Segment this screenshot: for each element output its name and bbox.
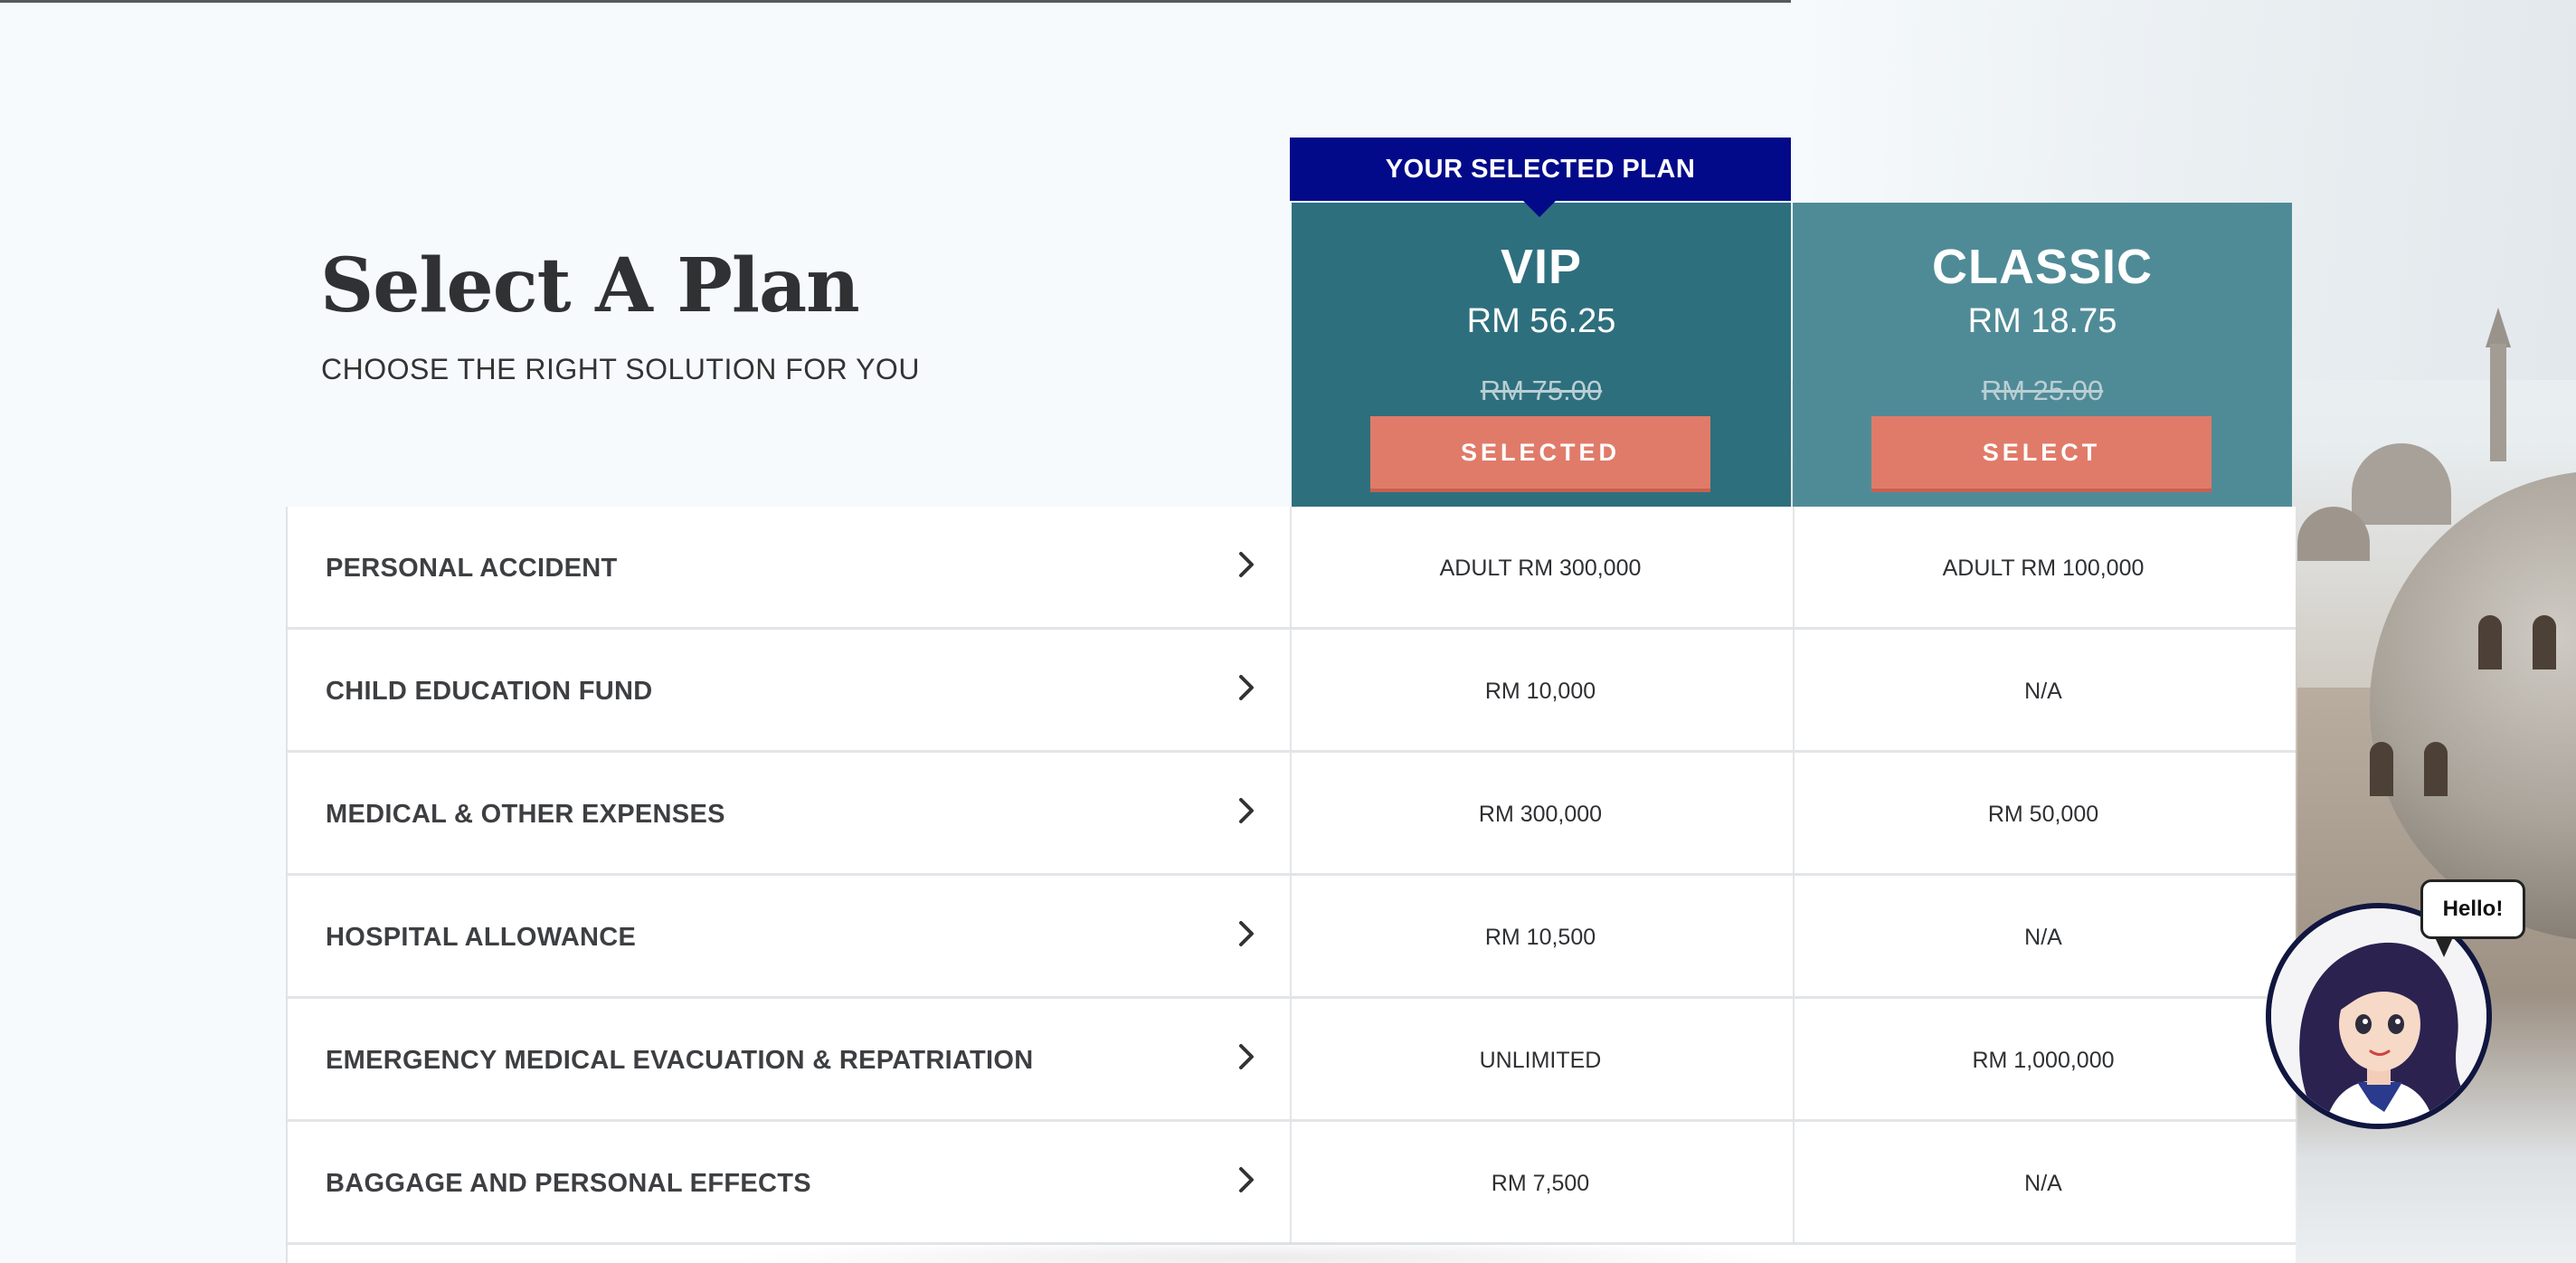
vip-benefit-value: RM 10,500 (1290, 876, 1789, 999)
assistant-greeting-bubble[interactable]: Hello! (2420, 879, 2525, 939)
chevron-right-icon[interactable] (1228, 1039, 1264, 1075)
plan-name: CLASSIC (1931, 240, 2153, 294)
benefit-row-emergency-evacuation[interactable]: EMERGENCY MEDICAL EVACUATION & REPATRIAT… (288, 999, 2296, 1122)
classic-select-button[interactable]: SELECT (1871, 416, 2211, 489)
plan-price: RM 56.25 (1466, 302, 1616, 340)
classic-benefit-value: N/A (1793, 876, 2292, 999)
benefits-table: PERSONAL ACCIDENT ADULT RM 300,000 ADULT… (286, 507, 2296, 1263)
benefit-row-personal-accident[interactable]: PERSONAL ACCIDENT ADULT RM 300,000 ADULT… (288, 507, 2296, 630)
selected-plan-ribbon: YOUR SELECTED PLAN (1290, 138, 1791, 201)
plan-original-price: RM 75.00 (1480, 375, 1603, 406)
benefit-label: BAGGAGE AND PERSONAL EFFECTS (326, 1168, 811, 1198)
plan-price: RM 18.75 (1967, 302, 2117, 340)
chevron-right-icon[interactable] (1228, 916, 1264, 952)
benefit-row-baggage[interactable]: BAGGAGE AND PERSONAL EFFECTS RM 7,500 N/… (288, 1122, 2296, 1245)
chevron-right-icon[interactable] (1228, 1162, 1264, 1198)
vip-selected-button[interactable]: SELECTED (1370, 416, 1710, 489)
benefit-label: HOSPITAL ALLOWANCE (326, 922, 637, 952)
classic-benefit-value: N/A (1793, 1122, 2292, 1245)
vip-benefit-value: UNLIMITED (1290, 999, 1789, 1122)
vip-benefit-value: ADULT RM 300,000 (1290, 507, 1789, 630)
plan-card-classic: CLASSIC RM 18.75 RM 25.00 SELECT (1793, 203, 2292, 507)
page-subtitle: CHOOSE THE RIGHT SOLUTION FOR YOU (321, 353, 920, 385)
plan-original-price: RM 25.00 (1981, 375, 2104, 406)
vip-benefit-value: RM 7,500 (1290, 1122, 1789, 1245)
benefit-label: PERSONAL ACCIDENT (326, 553, 618, 583)
classic-benefit-value: ADULT RM 100,000 (1793, 507, 2292, 630)
vip-benefit-value: RM 300,000 (1290, 753, 1789, 876)
vip-benefit-value: RM 10,000 (1290, 630, 1789, 753)
plan-card-vip: VIP RM 56.25 RM 75.00 SELECTED (1292, 203, 1791, 507)
benefit-row-child-education-fund[interactable]: CHILD EDUCATION FUND RM 10,000 N/A (288, 630, 2296, 753)
greeting-bubble-tail (2435, 937, 2453, 957)
classic-benefit-value: RM 1,000,000 (1793, 999, 2292, 1122)
benefit-row-medical-expenses[interactable]: MEDICAL & OTHER EXPENSES RM 300,000 RM 5… (288, 753, 2296, 876)
chevron-right-icon[interactable] (1228, 793, 1264, 829)
classic-benefit-value: N/A (1793, 630, 2292, 753)
benefit-label: MEDICAL & OTHER EXPENSES (326, 799, 725, 829)
benefit-label: CHILD EDUCATION FUND (326, 676, 653, 706)
chevron-right-icon[interactable] (1228, 546, 1264, 583)
benefit-label: EMERGENCY MEDICAL EVACUATION & REPATRIAT… (326, 1045, 1034, 1075)
ribbon-pointer (1523, 201, 1556, 217)
bottom-bar-shadow (724, 1239, 1809, 1263)
chevron-right-icon[interactable] (1228, 669, 1264, 706)
page-title: Select A Plan (320, 242, 860, 329)
benefit-row-hospital-allowance[interactable]: HOSPITAL ALLOWANCE RM 10,500 N/A (288, 876, 2296, 999)
plan-name: VIP (1500, 240, 1583, 294)
classic-benefit-value: RM 50,000 (1793, 753, 2292, 876)
assistant-character-icon (2271, 908, 2486, 1124)
